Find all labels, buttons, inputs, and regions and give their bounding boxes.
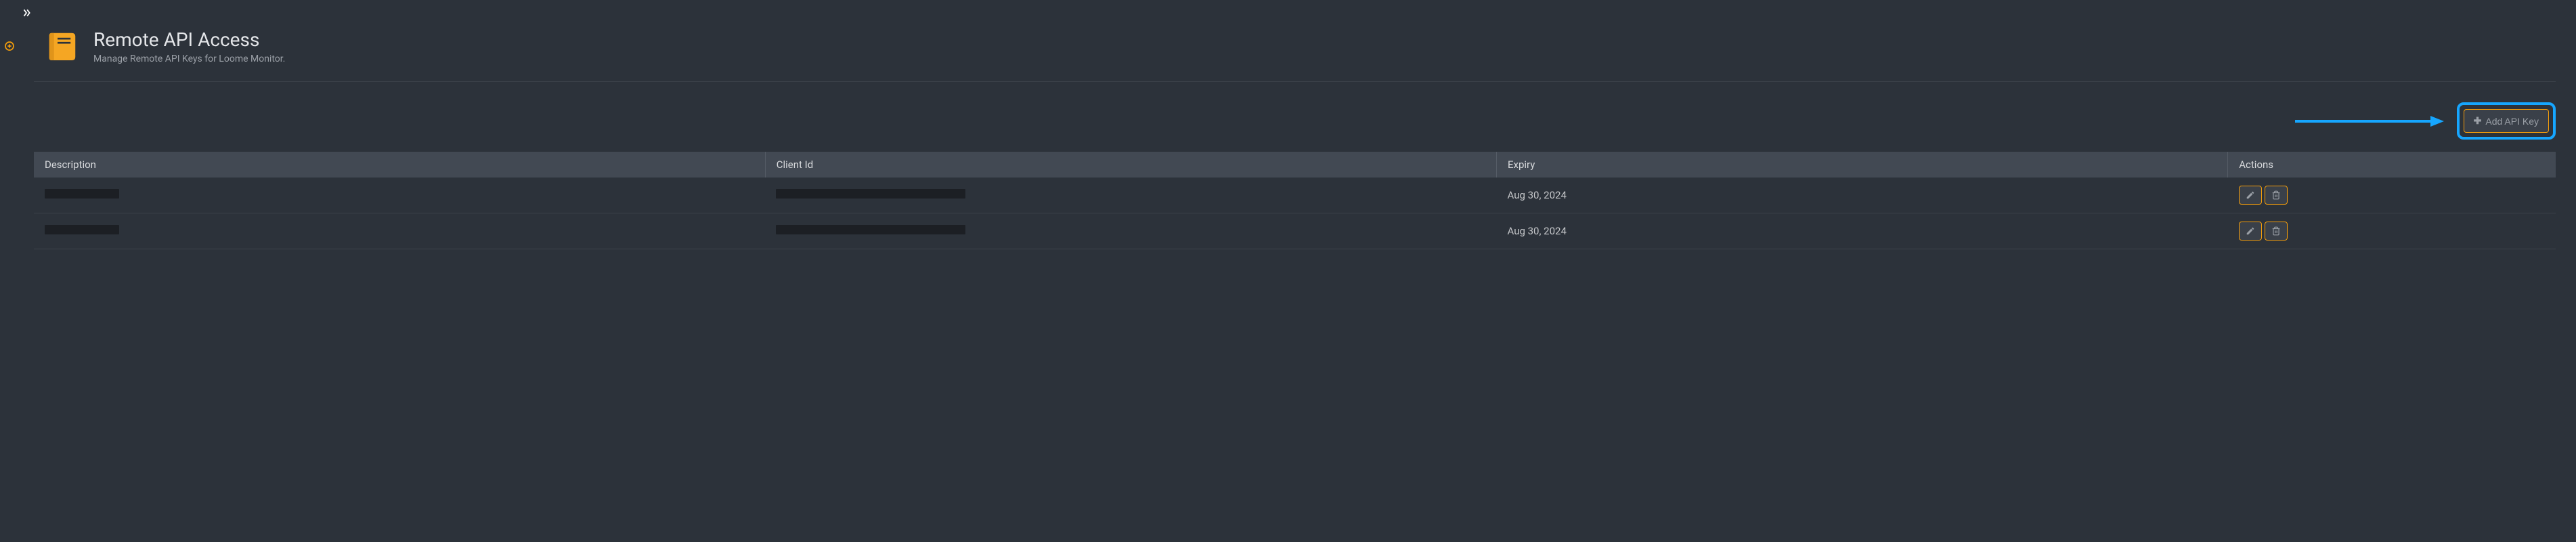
page-header: Remote API Access Manage Remote API Keys… — [34, 27, 2556, 82]
redacted-text — [776, 225, 965, 234]
cell-expiry: Aug 30, 2024 — [1497, 213, 2228, 249]
cell-client-id — [765, 178, 1496, 213]
api-keys-table-wrap: Description Client Id Expiry Actions Aug… — [34, 152, 2556, 249]
table-row: Aug 30, 2024 — [34, 178, 2556, 213]
col-header-description[interactable]: Description — [34, 152, 765, 178]
api-keys-table: Description Client Id Expiry Actions Aug… — [34, 152, 2556, 249]
left-rail — [0, 0, 24, 542]
table-header-row: Description Client Id Expiry Actions — [34, 152, 2556, 178]
col-header-client-id[interactable]: Client Id — [765, 152, 1496, 178]
cell-expiry: Aug 30, 2024 — [1497, 178, 2228, 213]
page-subtitle: Manage Remote API Keys for Loome Monitor… — [93, 54, 285, 64]
annotation-arrow — [2295, 114, 2444, 128]
cell-actions — [2228, 213, 2556, 249]
table-row: Aug 30, 2024 — [34, 213, 2556, 249]
toolbar: ✚ Add API Key — [34, 102, 2556, 140]
pencil-icon — [2246, 190, 2255, 200]
edit-button[interactable] — [2239, 222, 2262, 241]
rail-add-icon[interactable] — [4, 41, 15, 54]
plus-icon: ✚ — [2474, 115, 2482, 127]
col-header-actions: Actions — [2228, 152, 2556, 178]
redacted-text — [776, 189, 965, 199]
add-api-key-button[interactable]: ✚ Add API Key — [2464, 109, 2549, 133]
cell-actions — [2228, 178, 2556, 213]
delete-button[interactable] — [2265, 186, 2288, 205]
annotation-highlight: ✚ Add API Key — [2457, 102, 2556, 140]
main-content: Remote API Access Manage Remote API Keys… — [34, 0, 2576, 249]
redacted-text — [45, 189, 119, 199]
book-icon — [43, 27, 81, 65]
col-header-expiry[interactable]: Expiry — [1497, 152, 2228, 178]
expand-sidebar-icon[interactable] — [22, 8, 31, 20]
page-title: Remote API Access — [93, 28, 285, 51]
cell-description — [34, 213, 765, 249]
cell-description — [34, 178, 765, 213]
redacted-text — [45, 225, 119, 234]
add-api-key-label: Add API Key — [2485, 116, 2539, 127]
edit-button[interactable] — [2239, 186, 2262, 205]
cell-client-id — [765, 213, 1496, 249]
pencil-icon — [2246, 226, 2255, 236]
trash-icon — [2271, 190, 2281, 200]
trash-icon — [2271, 226, 2281, 236]
delete-button[interactable] — [2265, 222, 2288, 241]
